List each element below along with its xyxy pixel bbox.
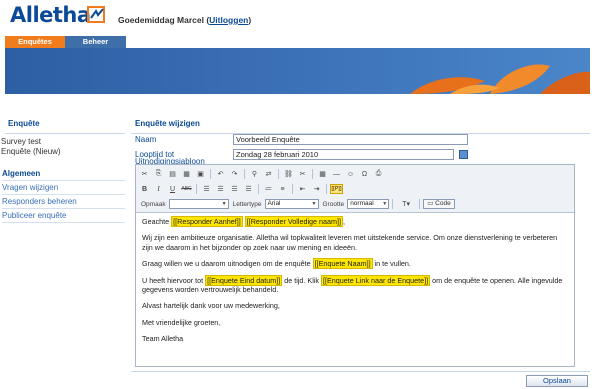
main-header: Enquête wijzigen xyxy=(131,115,590,134)
toolbar-divider xyxy=(419,199,421,209)
smiley-icon[interactable]: ☺ xyxy=(344,168,357,180)
sidebar-item-responders-beheren[interactable]: Responders beheren xyxy=(2,195,125,209)
outdent-icon[interactable]: ⇤ xyxy=(296,183,309,195)
paste-text-icon[interactable]: ▦ xyxy=(180,168,193,180)
code-icon: ▭ xyxy=(427,200,436,207)
name-label: Naam xyxy=(135,135,157,144)
redo-icon[interactable]: ↷ xyxy=(228,168,241,180)
body-paragraph: Graag willen we u daarom uitnodigen om d… xyxy=(142,258,411,270)
find-icon[interactable]: ⚲ xyxy=(248,168,261,180)
text-color-icon[interactable]: T▾ xyxy=(396,198,416,210)
placeholder-insert-button[interactable]: [[P]] xyxy=(330,184,343,194)
toolbar-divider xyxy=(292,184,293,194)
main-tabs: Enquêtes Beheer xyxy=(5,36,126,48)
align-left-icon[interactable]: ☰ xyxy=(200,183,213,195)
align-justify-icon[interactable]: ☰ xyxy=(242,183,255,195)
format-select[interactable]: ▼ xyxy=(168,199,229,209)
paste-word-icon[interactable]: ▣ xyxy=(194,168,207,180)
toolbar-row-3: Opmaak ▼ Lettertype Arial ▼ Grootte norma… xyxy=(138,197,455,211)
toolbar-divider xyxy=(258,184,259,194)
page-title: Enquête wijzigen xyxy=(135,119,200,128)
calendar-icon[interactable] xyxy=(459,150,468,159)
placeholder-tag: [[Enquete Eind datum]] xyxy=(205,274,283,286)
strikethrough-icon[interactable]: ABC xyxy=(180,183,193,195)
toolbar-divider xyxy=(392,199,394,209)
toolbar-row-2: B I U ABC ☰ ☰ ☰ ☰ ≔ ≡ ⇤ ⇥ [[P]] xyxy=(138,182,343,196)
special-char-icon[interactable]: Ω xyxy=(358,168,371,180)
toolbar-divider xyxy=(326,184,327,194)
app-header: Alletha Goedemiddag Marcel (Uitloggen) xyxy=(0,0,595,36)
horizontal-rule-icon[interactable]: ― xyxy=(330,168,343,180)
survey-info: Survey test Enquête (Nieuw) xyxy=(1,137,61,157)
tab-beheer[interactable]: Beheer xyxy=(65,36,126,48)
placeholder-tag: [[Enquete Link naar de Enquete]] xyxy=(321,274,431,286)
font-label: Lettertype xyxy=(232,200,262,208)
logout-link[interactable]: Uitloggen xyxy=(209,15,248,25)
italic-icon[interactable]: I xyxy=(152,183,165,195)
sidebar-item-publiceer-enquete[interactable]: Publiceer enquête xyxy=(2,209,125,223)
editor-content[interactable]: Geachte [[Responder Aanhef]] [[Responder… xyxy=(138,214,572,354)
toolbar-divider xyxy=(196,184,197,194)
ordered-list-icon[interactable]: ≔ xyxy=(262,183,275,195)
unordered-list-icon[interactable]: ≡ xyxy=(276,183,289,195)
toolbar-divider xyxy=(210,169,211,179)
cut-icon[interactable]: ✂ xyxy=(138,168,151,180)
table-icon[interactable]: ▦ xyxy=(316,168,329,180)
chevron-down-icon: ▼ xyxy=(221,201,227,207)
unlink-icon[interactable]: ✂ xyxy=(296,168,309,180)
underline-icon[interactable]: U xyxy=(166,183,179,195)
leaf-decoration-icon xyxy=(410,64,590,94)
app-logo: Alletha xyxy=(10,3,91,27)
body-paragraph: Alvast hartelijk dank voor uw medewerkin… xyxy=(142,301,280,311)
editor-toolbar: ✂ ⎘ ▤ ▦ ▣ ↶ ↷ ⚲ ⇄ ⛓ ✂ ▦ ― ☺ Ω ⎙ B I U AB… xyxy=(136,165,574,213)
rich-text-editor: ✂ ⎘ ▤ ▦ ▣ ↶ ↷ ⚲ ⇄ ⛓ ✂ ▦ ― ☺ Ω ⎙ B I U AB… xyxy=(135,164,575,367)
signature-line: Team Alletha xyxy=(142,334,184,344)
font-select[interactable]: Arial ▼ xyxy=(264,199,319,209)
align-right-icon[interactable]: ☰ xyxy=(228,183,241,195)
sidebar-header: Enquête xyxy=(5,115,125,134)
footer-divider xyxy=(131,371,590,372)
undo-icon[interactable]: ↶ xyxy=(214,168,227,180)
bold-icon[interactable]: B xyxy=(138,183,151,195)
print-icon[interactable]: ⎙ xyxy=(372,168,385,180)
runtime-date-input[interactable]: Zondag 28 februari 2010 xyxy=(233,149,454,160)
user-greeting: Goedemiddag Marcel (Uitloggen) xyxy=(118,15,252,25)
replace-icon[interactable]: ⇄ xyxy=(262,168,275,180)
toolbar-row-1: ✂ ⎘ ▤ ▦ ▣ ↶ ↷ ⚲ ⇄ ⛓ ✂ ▦ ― ☺ Ω ⎙ xyxy=(138,167,385,181)
placeholder-tag: [[Enquete Naam]] xyxy=(312,258,373,270)
chevron-down-icon: ▼ xyxy=(382,201,388,207)
salutation-line: Geachte [[Responder Aanhef]] [[Responder… xyxy=(142,216,345,227)
toolbar-divider xyxy=(244,169,245,179)
sidebar-title: Enquête xyxy=(8,119,40,128)
sidebar-item-vragen-wijzigen[interactable]: Vragen wijzigen xyxy=(2,181,125,195)
body-paragraph: Wij zijn een ambitieuze organisatie. All… xyxy=(142,233,558,252)
copy-icon[interactable]: ⎘ xyxy=(152,168,165,180)
chevron-down-icon: ▼ xyxy=(311,201,317,207)
code-view-button[interactable]: ▭ Code xyxy=(423,199,455,209)
placeholder-tag: [[Responder Aanhef]] xyxy=(171,216,243,227)
body-paragraph: Met vriendelijke groeten, xyxy=(142,317,221,327)
survey-name: Survey test xyxy=(1,137,42,146)
placeholder-tag: [[Responder Volledige naam]] xyxy=(244,216,343,227)
link-icon[interactable]: ⛓ xyxy=(282,168,295,180)
toolbar-divider xyxy=(312,169,313,179)
align-center-icon[interactable]: ☰ xyxy=(214,183,227,195)
save-button[interactable]: Opslaan xyxy=(526,375,588,387)
tab-enquetes[interactable]: Enquêtes xyxy=(5,36,65,48)
header-banner xyxy=(5,48,590,94)
size-label: Grootte xyxy=(322,200,345,208)
logo-mark-icon xyxy=(87,6,105,23)
sidebar-nav: Algemeen Vragen wijzigen Responders behe… xyxy=(2,167,125,223)
paste-icon[interactable]: ▤ xyxy=(166,168,179,180)
body-paragraph: U heeft hiervoor tot [[Enquete Eind datu… xyxy=(142,274,563,295)
sidebar-item-algemeen[interactable]: Algemeen xyxy=(2,167,125,181)
size-select[interactable]: normaal ▼ xyxy=(347,199,390,209)
toolbar-divider xyxy=(278,169,279,179)
name-input[interactable]: Voorbeeld Enquête xyxy=(233,134,468,145)
format-label: Opmaak xyxy=(141,200,166,208)
indent-icon[interactable]: ⇥ xyxy=(310,183,323,195)
survey-status: Enquête (Nieuw) xyxy=(1,147,61,156)
